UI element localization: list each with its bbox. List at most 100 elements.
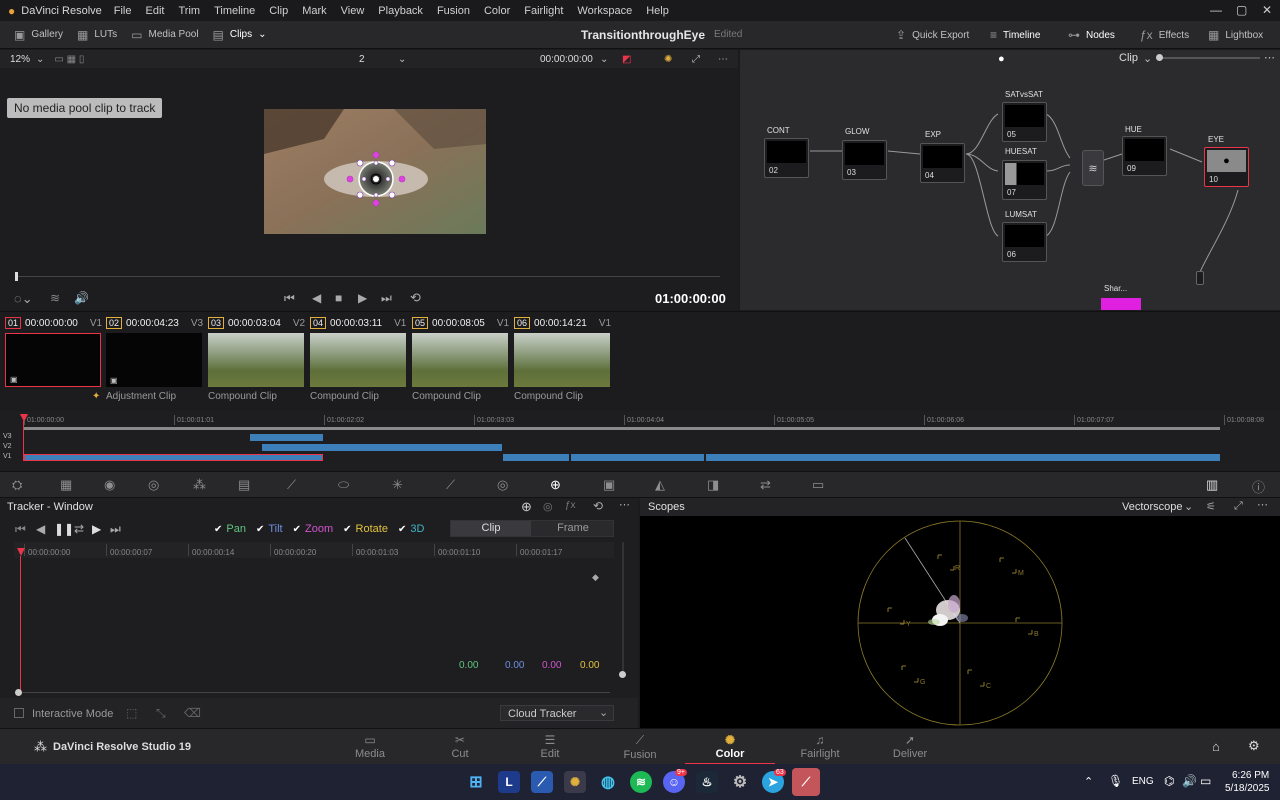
- clip-thumbnail[interactable]: [310, 333, 406, 387]
- fx-icon[interactable]: ƒx: [565, 500, 576, 511]
- timeline-clip[interactable]: [571, 454, 704, 461]
- interactive-mode-checkbox[interactable]: [14, 708, 24, 718]
- horizontal-zoom-slider[interactable]: [18, 692, 610, 693]
- color-match-icon[interactable]: ▦: [60, 477, 72, 493]
- steam-icon[interactable]: ♨: [696, 771, 718, 793]
- clock-time[interactable]: 6:26 PM: [1232, 770, 1269, 781]
- menu-item-trim[interactable]: Trim: [178, 5, 200, 17]
- node-huesat[interactable]: 07: [1002, 160, 1047, 200]
- magic-mask-icon[interactable]: ▣: [603, 477, 615, 493]
- qualifier-icon[interactable]: ✳: [392, 477, 403, 493]
- gang-count[interactable]: 2: [359, 54, 365, 65]
- viewer-timecode[interactable]: 00:00:00:00: [540, 54, 593, 65]
- language-indicator[interactable]: ENG: [1132, 776, 1154, 787]
- eyedropper-icon[interactable]: ⟋: [446, 477, 455, 493]
- clip-thumbnail[interactable]: [514, 333, 610, 387]
- play-reverse-icon[interactable]: ◀: [312, 291, 321, 305]
- spotify-icon[interactable]: ≋: [630, 771, 652, 793]
- timeline-clip[interactable]: [262, 444, 502, 451]
- scope-settings-icon[interactable]: ⚟: [1206, 500, 1216, 513]
- track-forward-icon[interactable]: ▶: [92, 522, 101, 536]
- microphone-icon[interactable]: 🎙: [1108, 774, 1123, 788]
- pause-icon[interactable]: ❚❚: [54, 522, 74, 536]
- camera-raw-icon[interactable]: ⛭: [12, 477, 22, 493]
- menu-item-mark[interactable]: Mark: [302, 5, 326, 17]
- tracker-icon[interactable]: ⊕: [550, 477, 561, 493]
- edge-icon[interactable]: ◍: [597, 771, 619, 793]
- clip-thumbnail[interactable]: [412, 333, 508, 387]
- pan-checkbox[interactable]: ✔ Pan: [214, 523, 246, 535]
- motion-effects-icon[interactable]: ▤: [238, 477, 250, 493]
- menu-item-view[interactable]: View: [341, 5, 365, 17]
- node-output[interactable]: [1196, 271, 1204, 285]
- page-media[interactable]: ▭ Media: [325, 733, 415, 760]
- menu-item-color[interactable]: Color: [484, 5, 510, 17]
- chevron-down-icon[interactable]: ⌄: [398, 54, 406, 65]
- node-hue[interactable]: 09: [1122, 136, 1167, 176]
- more-options-icon[interactable]: ⋯: [1257, 498, 1268, 511]
- page-deliver[interactable]: ➚ Deliver: [865, 733, 955, 760]
- track-reverse-icon[interactable]: ⏮: [15, 522, 26, 537]
- node-editor[interactable]: ● Clip ⌄ ⋯ 02 CONT 03 GLOW 04 EXP 05 SAT…: [740, 50, 1280, 310]
- curves-icon[interactable]: ⟋: [287, 477, 296, 493]
- timeline-ruler[interactable]: [24, 427, 1220, 430]
- nodes-button[interactable]: ⊶ Nodes: [1068, 28, 1115, 42]
- rgb-mixer-icon[interactable]: ⁂: [193, 477, 206, 493]
- primaries-icon[interactable]: ◉: [104, 477, 115, 493]
- chevron-up-icon[interactable]: ⌃: [1084, 775, 1093, 788]
- hdr-icon[interactable]: ◎: [148, 477, 159, 493]
- windows-start-icon[interactable]: ⊞: [465, 771, 487, 793]
- network-icon[interactable]: ⌬: [1164, 774, 1174, 788]
- quick-export-button[interactable]: ⇪ Quick Export: [896, 28, 969, 42]
- page-fusion[interactable]: ⟋ Fusion: [595, 733, 685, 761]
- active-app-icon[interactable]: ⟋: [792, 768, 820, 796]
- loop-icon[interactable]: ⟲: [410, 290, 421, 306]
- menu-item-fairlight[interactable]: Fairlight: [524, 5, 563, 17]
- timeline-clip[interactable]: [503, 454, 569, 461]
- expand-icon[interactable]: ⤢: [1234, 500, 1243, 513]
- menu-item-workspace[interactable]: Workspace: [577, 5, 632, 17]
- skip-back-icon[interactable]: ⏮: [284, 291, 295, 306]
- more-options-icon[interactable]: ⋯: [718, 54, 728, 65]
- zoom-level[interactable]: 12%: [10, 54, 30, 65]
- gear-icon[interactable]: ⚙: [1248, 738, 1260, 754]
- menu-item-clip[interactable]: Clip: [269, 5, 288, 17]
- menu-item-file[interactable]: File: [114, 5, 132, 17]
- scopes-toggle-icon[interactable]: ▥: [1206, 477, 1218, 493]
- clip-thumbnail[interactable]: ▣: [106, 333, 202, 387]
- chevron-down-icon[interactable]: ⌄: [1184, 500, 1193, 513]
- node-lumsat[interactable]: 06: [1002, 222, 1047, 262]
- media-pool-button[interactable]: ▭ Media Pool: [131, 28, 198, 42]
- highlight-icon[interactable]: ◩: [622, 54, 631, 65]
- window-icon[interactable]: ◎: [497, 477, 508, 493]
- color-warper-icon[interactable]: ⬭: [338, 477, 349, 493]
- mini-timeline[interactable]: 01:00:00:00 01:00:01:01 01:00:02:02 01:00:0…: [0, 411, 1280, 471]
- davinci-taskbar-icon[interactable]: ✺: [564, 771, 586, 793]
- volume-icon[interactable]: 🔊: [74, 291, 89, 305]
- clips-button[interactable]: ▤ Clips ⌄: [213, 28, 267, 42]
- clip-thumbnail[interactable]: ▣: [5, 333, 101, 387]
- home-icon[interactable]: ⌂: [1212, 739, 1220, 754]
- node-satvssat[interactable]: 05: [1002, 102, 1047, 142]
- app-editor-icon[interactable]: ⟋: [531, 771, 553, 793]
- minimize-icon[interactable]: —: [1210, 3, 1222, 17]
- set-point-icon[interactable]: ⤡: [156, 706, 166, 721]
- page-fairlight[interactable]: ♫ Fairlight: [775, 733, 865, 760]
- timeline-clip[interactable]: [24, 454, 323, 461]
- reverse-icon[interactable]: ⇄: [74, 522, 84, 536]
- stabilize-icon[interactable]: ◎: [543, 500, 553, 513]
- delete-point-icon[interactable]: ⌫: [184, 706, 201, 720]
- menu-item-edit[interactable]: Edit: [146, 5, 165, 17]
- 3d-checkbox[interactable]: ✔ 3D: [398, 523, 424, 535]
- settings-icon[interactable]: ⚙: [729, 771, 751, 793]
- track-backward-icon[interactable]: ◀: [36, 522, 45, 536]
- node-cont[interactable]: 02: [764, 138, 809, 178]
- clip-thumbnail[interactable]: [208, 333, 304, 387]
- wipe-icon[interactable]: ✺: [664, 54, 672, 65]
- clip-tab[interactable]: Clip: [451, 521, 531, 536]
- node-eye[interactable]: ● 10: [1204, 147, 1249, 187]
- speaker-icon[interactable]: 🔊: [1182, 774, 1197, 788]
- effects-button[interactable]: ƒx Effects: [1140, 28, 1189, 42]
- page-color[interactable]: ✺ Color: [685, 733, 775, 765]
- menu-item-help[interactable]: Help: [646, 5, 669, 17]
